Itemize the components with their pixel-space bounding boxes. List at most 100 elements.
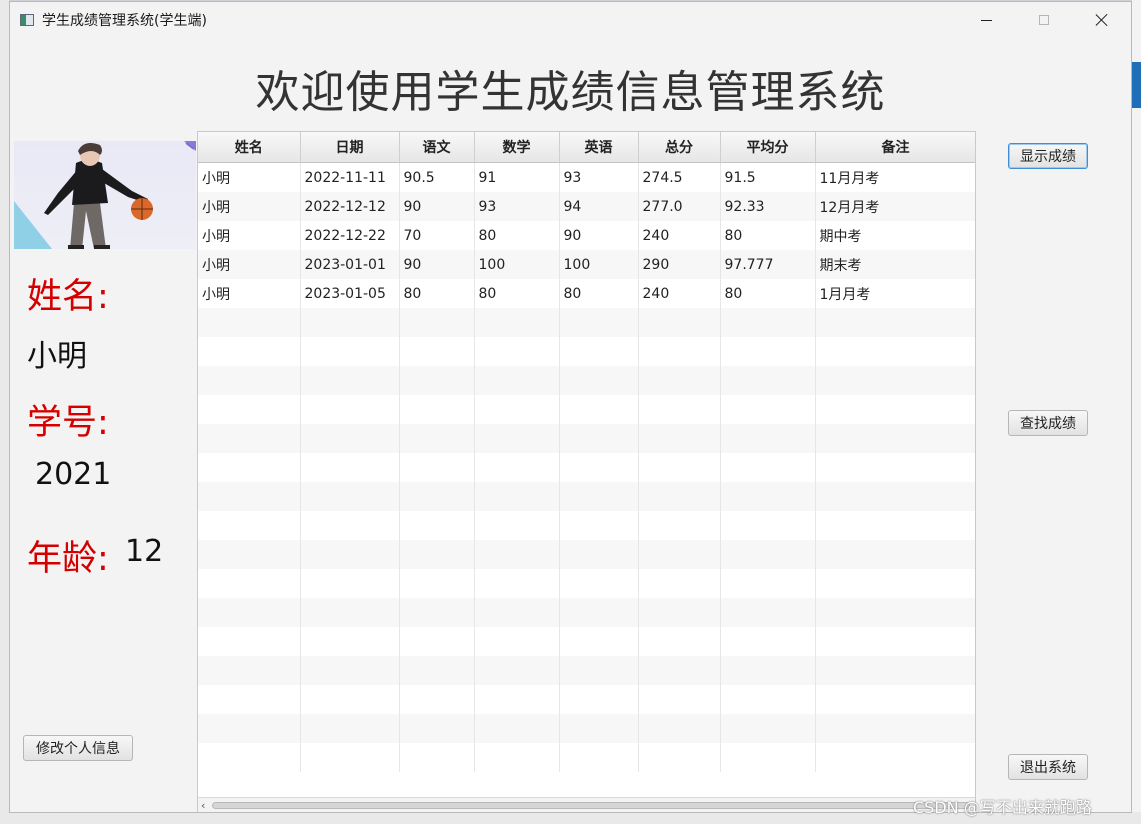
table-cell bbox=[399, 656, 475, 685]
table-cell bbox=[474, 453, 560, 482]
table-cell: 100 bbox=[559, 250, 639, 279]
table-row[interactable]: 小明 2022-12-22 70 80 90 240 80 期中考 bbox=[198, 221, 975, 250]
table-cell bbox=[559, 366, 639, 395]
empty-table-row[interactable] bbox=[198, 743, 975, 772]
edit-profile-button[interactable]: 修改个人信息 bbox=[23, 735, 133, 761]
table-cell bbox=[474, 714, 560, 743]
column-header-total[interactable]: 总分 bbox=[638, 132, 721, 163]
table-cell bbox=[300, 569, 400, 598]
empty-table-row[interactable] bbox=[198, 540, 975, 569]
column-header-english[interactable]: 英语 bbox=[559, 132, 639, 163]
table-cell bbox=[638, 366, 721, 395]
table-row[interactable]: 小明 2023-01-01 90 100 100 290 97.777 期末考 bbox=[198, 250, 975, 279]
table-cell bbox=[638, 627, 721, 656]
table-cell bbox=[638, 714, 721, 743]
table-cell: 小明 bbox=[198, 162, 301, 192]
table-cell: 97.777 bbox=[720, 250, 816, 279]
empty-table-row[interactable] bbox=[198, 366, 975, 395]
table-cell bbox=[198, 337, 301, 366]
table-cell: 期中考 bbox=[815, 221, 975, 250]
empty-table-row[interactable] bbox=[198, 482, 975, 511]
table-cell bbox=[559, 308, 639, 337]
column-header-math[interactable]: 数学 bbox=[474, 132, 560, 163]
table-cell: 80 bbox=[474, 279, 560, 308]
find-scores-button[interactable]: 查找成绩 bbox=[1008, 410, 1088, 436]
scroll-left-icon[interactable]: ‹ bbox=[201, 799, 205, 812]
show-scores-button[interactable]: 显示成绩 bbox=[1008, 143, 1088, 169]
profile-photo-image bbox=[14, 141, 196, 249]
table-cell bbox=[198, 482, 301, 511]
table-cell: 94 bbox=[559, 192, 639, 221]
table-cell: 90.5 bbox=[399, 162, 475, 192]
empty-table-row[interactable] bbox=[198, 308, 975, 337]
table-cell bbox=[474, 337, 560, 366]
column-header-remark[interactable]: 备注 bbox=[815, 132, 975, 163]
table-cell bbox=[300, 598, 400, 627]
table-cell: 100 bbox=[474, 250, 560, 279]
table-cell: 91.5 bbox=[720, 162, 816, 192]
empty-table-row[interactable] bbox=[198, 569, 975, 598]
table-cell: 2022-12-22 bbox=[300, 221, 400, 250]
table-cell bbox=[638, 569, 721, 598]
table-header-row: 姓名 日期 语文 数学 英语 总分 平均分 备注 bbox=[198, 132, 975, 163]
student-id-label: 学号: bbox=[27, 403, 109, 443]
table-cell bbox=[300, 482, 400, 511]
column-header-name[interactable]: 姓名 bbox=[198, 132, 301, 163]
table-row[interactable]: 小明 2022-11-11 90.5 91 93 274.5 91.5 11月月考 bbox=[198, 162, 975, 192]
table-cell bbox=[638, 482, 721, 511]
minimize-button[interactable] bbox=[963, 2, 1009, 38]
table-cell bbox=[559, 424, 639, 453]
table-cell bbox=[198, 685, 301, 714]
table-cell bbox=[720, 424, 816, 453]
empty-table-row[interactable] bbox=[198, 656, 975, 685]
table-cell bbox=[815, 337, 975, 366]
table-cell bbox=[399, 511, 475, 540]
table-cell bbox=[300, 511, 400, 540]
empty-table-row[interactable] bbox=[198, 453, 975, 482]
table-cell bbox=[720, 540, 816, 569]
table-cell bbox=[474, 540, 560, 569]
horizontal-scrollbar[interactable]: ‹ bbox=[198, 797, 975, 812]
exit-system-button[interactable]: 退出系统 bbox=[1008, 754, 1088, 780]
empty-table-row[interactable] bbox=[198, 685, 975, 714]
table-cell bbox=[474, 569, 560, 598]
table-cell bbox=[399, 540, 475, 569]
column-header-average[interactable]: 平均分 bbox=[720, 132, 816, 163]
empty-table-row[interactable] bbox=[198, 424, 975, 453]
column-header-date[interactable]: 日期 bbox=[300, 132, 400, 163]
table-cell bbox=[198, 540, 301, 569]
close-window-button[interactable] bbox=[1079, 2, 1125, 38]
table-cell: 70 bbox=[399, 221, 475, 250]
empty-table-row[interactable] bbox=[198, 395, 975, 424]
table-cell bbox=[720, 453, 816, 482]
table-cell bbox=[815, 569, 975, 598]
table-cell bbox=[474, 424, 560, 453]
empty-table-row[interactable] bbox=[198, 627, 975, 656]
table-cell bbox=[720, 743, 816, 772]
table-cell: 12月月考 bbox=[815, 192, 975, 221]
table-cell bbox=[638, 685, 721, 714]
empty-table-row[interactable] bbox=[198, 511, 975, 540]
title-bar[interactable]: 学生成绩管理系统(学生端) bbox=[10, 2, 1131, 38]
table-cell: 240 bbox=[638, 221, 721, 250]
table-cell: 80 bbox=[559, 279, 639, 308]
table-cell: 274.5 bbox=[638, 162, 721, 192]
empty-table-row[interactable] bbox=[198, 714, 975, 743]
table-cell bbox=[198, 308, 301, 337]
empty-table-row[interactable] bbox=[198, 598, 975, 627]
table-row[interactable]: 小明 2023-01-05 80 80 80 240 80 1月月考 bbox=[198, 279, 975, 308]
table-row[interactable]: 小明 2022-12-12 90 93 94 277.0 92.33 12月月考 bbox=[198, 192, 975, 221]
table-cell bbox=[198, 424, 301, 453]
table-cell: 290 bbox=[638, 250, 721, 279]
empty-table-row[interactable] bbox=[198, 337, 975, 366]
table-cell bbox=[720, 656, 816, 685]
table-cell bbox=[474, 656, 560, 685]
column-header-chinese[interactable]: 语文 bbox=[399, 132, 475, 163]
maximize-button[interactable] bbox=[1021, 2, 1067, 38]
table-cell: 11月月考 bbox=[815, 162, 975, 192]
scores-table[interactable]: 姓名 日期 语文 数学 英语 总分 平均分 备注 小明 2022-11-11 90.… bbox=[197, 131, 976, 812]
table-cell bbox=[815, 482, 975, 511]
scrollbar-thumb[interactable] bbox=[212, 802, 970, 809]
table-cell bbox=[399, 743, 475, 772]
table-cell bbox=[638, 424, 721, 453]
